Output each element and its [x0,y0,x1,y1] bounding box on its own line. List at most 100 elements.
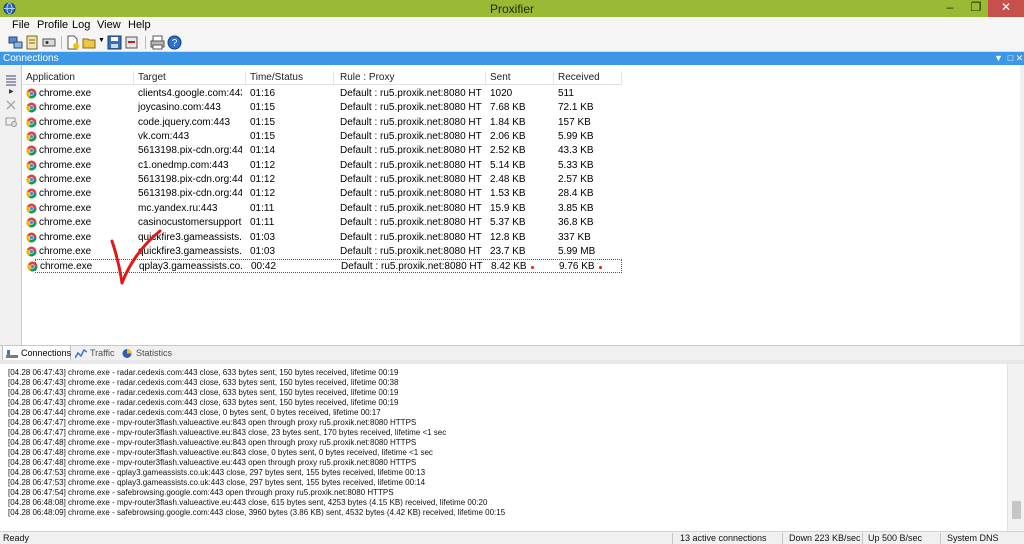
status-divider [862,533,863,544]
window-title: Proxifier [489,2,534,16]
clear-icon[interactable] [5,115,17,127]
cell-time-status: 01:15 [250,116,276,128]
name-resolution-icon[interactable] [42,35,57,50]
cell-sent: 2.52 KB [490,145,526,157]
log-line: [04.28 06:47:43] chrome.exe - radar.cede… [8,388,399,397]
cell-time-status: 01:15 [250,131,276,143]
column-header-sent[interactable]: Sent [490,72,511,83]
tab-statistics[interactable]: Statistics [118,346,173,361]
cell-rule-proxy: Default : ru5.proxik.net:8080 HTTPS [340,145,482,157]
right-edge [1020,65,1024,345]
close-connection-icon[interactable] [5,99,17,111]
column-header-target[interactable]: Target [138,72,166,83]
cell-time-status: 01:12 [250,188,276,200]
table-row[interactable]: chrome.exe joycasino.com:443 01:15 Default … [22,101,622,115]
cell-target: casinocustomersupport.... [138,217,242,229]
log-panel[interactable]: [04.28 06:47:43] chrome.exe - radar.cede… [0,360,1024,531]
cell-rule-proxy: Default : ru5.proxik.net:8080 HTTPS [340,245,482,257]
cell-sent: 8.42 KB [491,261,527,273]
open-profile-icon[interactable] [82,35,97,50]
cell-received: 43.3 KB [558,145,594,157]
minimize-button[interactable]: – [937,0,963,17]
table-row[interactable]: chrome.exe clients4.google.com:443 01:16 De… [22,87,622,101]
chrome-icon [26,203,37,214]
column-header-time-status[interactable]: Time/Status [250,72,303,83]
table-row[interactable]: chrome.exe c1.onedmp.com:443 01:12 Default … [22,159,622,173]
log-line: [04.28 06:47:54] chrome.exe - safebrowsi… [8,488,394,497]
log-lines: [04.28 06:47:43] chrome.exe - radar.cede… [8,368,998,518]
chrome-icon [26,88,37,99]
status-divider [782,533,783,544]
cell-target: clients4.google.com:443 [138,88,242,99]
chrome-icon [27,261,38,272]
menu-profile[interactable]: Profile [37,19,68,31]
menu-bar: File Profile Log View Help [0,17,1024,33]
cell-target: code.jquery.com:443 [138,116,231,128]
tab-connections[interactable]: Connections [2,346,71,361]
menu-help[interactable]: Help [128,19,151,31]
proxification-rules-icon[interactable] [25,35,40,50]
statistics-icon [122,349,132,358]
cell-received: 72.1 KB [558,102,594,114]
proxy-servers-icon[interactable] [8,35,23,50]
log-line: [04.28 06:47:53] chrome.exe - qplay3.gam… [8,478,426,487]
table-row[interactable]: chrome.exe mc.yandex.ru:443 01:11 Default :… [22,202,622,216]
log-line: [04.28 06:47:47] chrome.exe - mpv-router… [8,428,447,437]
cell-rule-proxy: Default : ru5.proxik.net:8080 HTTPS [340,88,482,99]
cell-sent: 2.48 KB [490,174,526,186]
column-header-application[interactable]: Application [26,72,75,83]
cell-received: 511 [558,88,574,99]
cell-received: 3.85 KB [558,202,594,214]
status-active-connections: 13 active connections [680,533,767,543]
tab-traffic[interactable]: Traffic [72,346,117,361]
help-icon[interactable]: ? [167,35,182,50]
save-profile-icon[interactable] [107,35,122,50]
column-header-rule-proxy[interactable]: Rule : Proxy [340,72,394,83]
connections-table: Application Target Time/Status Rule : Pr… [22,65,1020,345]
cell-time-status: 01:16 [250,88,276,99]
log-scrollbar[interactable] [1007,364,1024,531]
menu-view[interactable]: View [97,19,121,31]
cell-application: chrome.exe [39,116,92,128]
chevron-down-icon[interactable]: ▼ [98,37,105,44]
table-row[interactable]: chrome.exe 5613198.pix-cdn.org:443 01:14 De… [22,144,622,158]
menu-file[interactable]: File [12,19,30,31]
expand-arrow-icon[interactable]: ▶ [9,88,14,95]
log-line: [04.28 06:47:43] chrome.exe - radar.cede… [8,378,399,387]
table-row[interactable]: chrome.exe 5613198.pix-cdn.org:443 01:12 De… [22,187,622,201]
log-line: [04.28 06:47:43] chrome.exe - radar.cede… [8,368,399,377]
table-row[interactable]: chrome.exe code.jquery.com:443 01:15 Defaul… [22,116,622,130]
status-dns: System DNS [947,533,999,543]
log-scrollbar-thumb[interactable] [1012,501,1021,519]
status-bar: Ready 13 active connections Down 223 KB/… [0,531,1024,544]
close-button[interactable]: ✕ [988,0,1024,17]
cell-time-status: 01:12 [250,174,276,186]
status-divider [940,533,941,544]
panel-close-icon[interactable]: ✕ [1014,53,1024,64]
print-icon[interactable] [150,35,165,50]
menu-log[interactable]: Log [72,19,90,31]
toolbar-separator [145,36,146,49]
chrome-icon [26,131,37,142]
table-row[interactable]: chrome.exe 5613198.pix-cdn.org:443 01:12 De… [22,173,622,187]
cell-application: chrome.exe [39,217,92,229]
log-line: [04.28 06:47:44] chrome.exe - radar.cede… [8,408,381,417]
cell-target: joycasino.com:443 [138,102,221,114]
list-view-icon[interactable] [5,74,17,86]
svg-text:?: ? [172,38,178,49]
cell-rule-proxy: Default : ru5.proxik.net:8080 HTTPS [340,159,482,171]
table-row[interactable]: chrome.exe vk.com:443 01:15 Default : ru5.p… [22,130,622,144]
cell-time-status: 01:03 [250,231,276,243]
panel-dropdown-icon[interactable]: ▼ [993,53,1004,64]
new-profile-icon[interactable] [65,35,80,50]
cell-sent: 12.8 KB [490,231,526,243]
advanced-settings-icon[interactable] [124,35,139,50]
chrome-icon [26,246,37,257]
connections-panel-header: Connections ▼ □ ✕ [0,52,1024,65]
cell-time-status: 01:12 [250,159,276,171]
cell-received: 157 KB [558,116,591,128]
cell-received: 9.76 KB [559,261,595,273]
restore-button[interactable]: ❐ [963,0,989,17]
column-header-received[interactable]: Received [558,72,600,83]
log-line: [04.28 06:47:43] chrome.exe - radar.cede… [8,398,399,407]
